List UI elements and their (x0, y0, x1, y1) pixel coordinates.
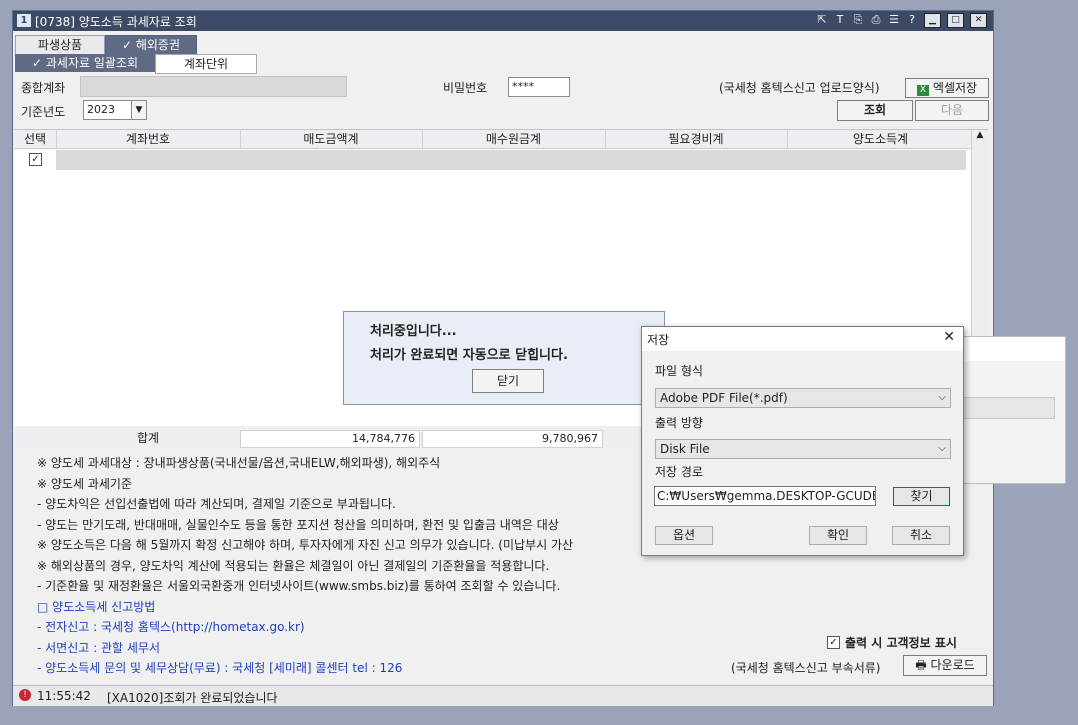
check-icon: ✓ (31, 56, 46, 70)
export-note: (국세청 홈텍스신고 업로드양식) (719, 81, 880, 95)
tab-label: 과세자료 일괄조회 (45, 56, 138, 70)
download-note: (국세청 홈텍스신고 부속서류) (731, 661, 881, 675)
select-checkbox[interactable]: ✓ (29, 153, 42, 166)
app-icon: 1 (17, 14, 31, 27)
col-transfer-income[interactable]: 양도소득계 (787, 130, 974, 148)
note-line: ※ 양도세 과세대상 : 장내파생상품(국내선물/옵션,국내ELW,해외파생),… (37, 456, 441, 470)
note-line-blue: - 서면신고 : 관할 세무서 (37, 641, 160, 655)
chevron-down-icon: ⌵ (938, 392, 946, 403)
cancel-button[interactable]: 취소 (892, 526, 950, 545)
background-dialog-field (961, 397, 1055, 419)
query-button[interactable]: 조회 (837, 100, 913, 121)
excel-icon: X (916, 85, 929, 96)
download-button[interactable]: 🖶 다운로드 (903, 655, 987, 676)
account-field[interactable] (80, 76, 347, 97)
chevron-down-icon[interactable]: ▼ (131, 100, 147, 120)
processing-close-button[interactable]: 닫기 (472, 369, 544, 393)
total-buy-principal: 9,780,967 (422, 430, 603, 448)
password-label: 비밀번호 (443, 81, 488, 95)
col-buy-principal[interactable]: 매수원금계 (422, 130, 606, 148)
note-line: ※ 양도소득은 다음 해 5월까지 확정 신고해야 하며, 투자자에게 자진 신… (37, 538, 574, 552)
password-field[interactable]: **** (508, 77, 570, 97)
processing-dialog: 처리중입니다... 처리가 완료되면 자동으로 닫힙니다. 닫기 (343, 311, 665, 405)
popout-icon[interactable]: ⇱ (816, 13, 828, 28)
save-dialog-title: 저장 (647, 333, 670, 347)
totals-label: 합계 (136, 431, 160, 445)
print-icon[interactable]: ⎙ (870, 13, 882, 28)
printer-icon: 🖶 (915, 658, 931, 672)
table-row[interactable]: ✓ (14, 149, 974, 171)
tab-derivatives[interactable]: 파생상품 (15, 35, 105, 55)
save-dialog-titlebar: 저장 ✕ (642, 327, 963, 351)
excel-save-button[interactable]: X 엑셀저장 (905, 78, 989, 98)
scroll-up-icon[interactable]: ▲ (972, 130, 988, 140)
maximize-icon[interactable]: □ (947, 13, 964, 28)
options-button[interactable]: 옵션 (655, 526, 713, 545)
output-label: 출력 방향 (655, 416, 703, 430)
font-icon[interactable]: T (834, 13, 846, 28)
note-line-blue: - 전자신고 : 국세청 홈텍스(http://hometax.go.kr) (37, 620, 305, 634)
tab-foreign-securities[interactable]: ✓ 해외증권 (105, 35, 197, 55)
title-toolbar: ⇱ T ⎘ ⎙ ☰ ? ▁ □ ✕ (816, 13, 987, 28)
close-icon[interactable]: ✕ (943, 329, 955, 345)
status-bar: ! 11:55:42 [XA1020]조회가 완료되었습니다 (13, 685, 993, 706)
close-icon[interactable]: ✕ (970, 13, 987, 28)
processing-line2: 처리가 완료되면 자동으로 닫힙니다. (370, 348, 568, 363)
note-line: ※ 양도세 과세기준 (37, 477, 132, 491)
check-icon: ✓ (121, 38, 136, 52)
minimize-icon[interactable]: ▁ (924, 13, 941, 28)
ok-button[interactable]: 확인 (809, 526, 867, 545)
title-bar: 1 [0738] 양도소득 과세자료 조회 ⇱ T ⎘ ⎙ ☰ ? ▁ □ ✕ (13, 11, 993, 31)
row-cells (56, 150, 966, 170)
print-info-label: 출력 시 고객정보 표시 (845, 636, 957, 650)
col-select[interactable]: 선택 (14, 130, 57, 148)
format-label: 파일 형식 (655, 364, 703, 378)
background-dialog (960, 336, 1066, 484)
alert-icon: ! (19, 689, 31, 701)
tab-account-unit[interactable]: 계좌단위 (155, 54, 257, 74)
copy-icon[interactable]: ⎘ (852, 13, 864, 28)
menu-icon[interactable]: ☰ (888, 13, 900, 28)
processing-line1: 처리중입니다... (370, 324, 457, 339)
background-dialog-title (961, 337, 1065, 361)
save-dialog: 저장 ✕ 파일 형식 Adobe PDF File(*.pdf) ⌵ 출력 방향 … (641, 326, 964, 556)
window-title: [0738] 양도소득 과세자료 조회 (35, 15, 197, 29)
browse-button[interactable]: 찾기 (893, 487, 950, 506)
note-line: - 기준환율 및 재정환율은 서울외국환중개 인터넷사이트(www.smbs.b… (37, 579, 561, 593)
col-expenses[interactable]: 필요경비계 (605, 130, 788, 148)
path-input[interactable]: C:₩Users₩gemma.DESKTOP-GCUDE (654, 486, 876, 506)
grid-header: 선택 계좌번호 매도금액계 매수원금계 필요경비계 양도소득계 (14, 130, 974, 149)
download-label: 다운로드 (930, 658, 975, 672)
output-value: Disk File (660, 442, 710, 456)
output-select[interactable]: Disk File ⌵ (655, 439, 951, 459)
year-value: 2023 (87, 103, 115, 116)
col-sell-amount[interactable]: 매도금액계 (240, 130, 423, 148)
format-select[interactable]: Adobe PDF File(*.pdf) ⌵ (655, 388, 951, 408)
excel-label: 엑셀저장 (932, 81, 978, 95)
col-account-number[interactable]: 계좌번호 (56, 130, 241, 148)
note-line: - 양도는 만기도래, 반대매매, 실물인수도 등을 통한 포지션 청산을 의미… (37, 518, 559, 532)
year-select[interactable]: 2023 (83, 100, 132, 120)
year-label: 기준년도 (21, 105, 66, 119)
format-value: Adobe PDF File(*.pdf) (660, 391, 788, 405)
status-time: 11:55:42 (37, 689, 91, 703)
note-line-blue: - 양도소득세 문의 및 세무상담(무료) : 국세청 [세미래] 콜센터 te… (37, 661, 403, 675)
tab-label: 해외증권 (135, 38, 181, 52)
account-label: 종합계좌 (21, 81, 66, 95)
status-message: [XA1020]조회가 완료되었습니다 (107, 691, 278, 705)
chevron-down-icon: ⌵ (938, 443, 946, 454)
note-line: - 양도차익은 선입선출법에 따라 계산되며, 결제일 기준으로 부과됩니다. (37, 497, 396, 511)
path-label: 저장 경로 (655, 465, 703, 479)
print-info-checkbox[interactable]: ✓ (827, 636, 840, 649)
help-icon[interactable]: ? (906, 13, 918, 28)
tab-bulk-query[interactable]: ✓ 과세자료 일괄조회 (15, 54, 155, 72)
note-line-blue: □ 양도소득세 신고방법 (37, 600, 156, 614)
total-sell-amount: 14,784,776 (240, 430, 420, 448)
note-line: ※ 해외상품의 경우, 양도차익 계산에 적용되는 환율은 체결일이 아닌 결제… (37, 559, 550, 573)
next-button[interactable]: 다음 (915, 100, 989, 121)
